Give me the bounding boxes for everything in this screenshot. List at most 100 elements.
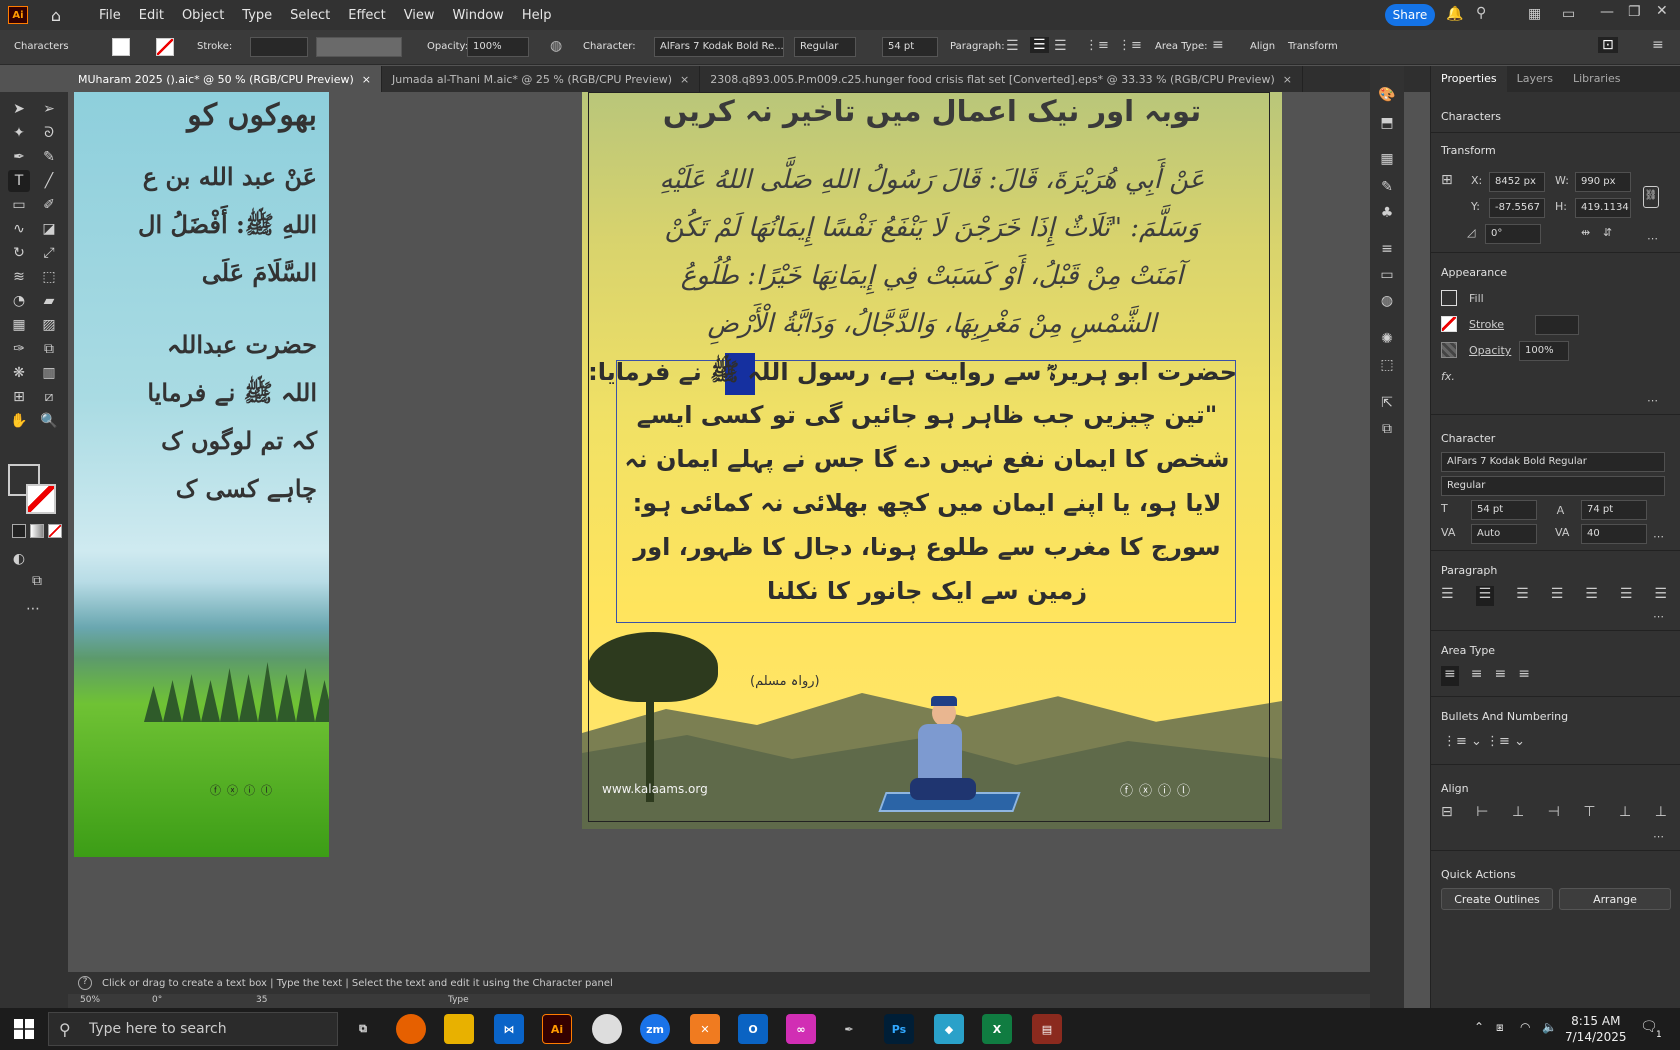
panel-leading-field[interactable]: 74 pt xyxy=(1581,500,1647,520)
arrange-docs-icon[interactable]: ▭ xyxy=(1562,6,1575,22)
app-hex-icon[interactable]: ◆ xyxy=(934,1014,964,1044)
flip-horizontal-icon[interactable]: ⇹ xyxy=(1581,226,1590,239)
artboard-muharam-left[interactable]: بھوکوں کو عَنْ عبد الله بن ع اللهِ ﷺ: أَ… xyxy=(74,92,329,857)
zoom-level[interactable]: 50% xyxy=(80,995,100,1005)
color-mode-icon[interactable] xyxy=(12,524,26,538)
photoshop-icon[interactable]: Ps xyxy=(884,1014,914,1044)
menu-window[interactable]: Window xyxy=(444,8,513,23)
angle-field[interactable]: 0° xyxy=(1485,224,1541,244)
slice-tool-icon[interactable]: ⧄ xyxy=(38,386,60,408)
scale-tool-icon[interactable]: ⤢ xyxy=(38,242,60,264)
symbol-sprayer-icon[interactable]: ❋ xyxy=(8,362,30,384)
search-icon[interactable]: ⚲ xyxy=(1476,5,1486,21)
menu-type[interactable]: Type xyxy=(233,8,281,23)
mesh-tool-icon[interactable]: ▦ xyxy=(8,314,30,336)
curvature-tool-icon[interactable]: ✎ xyxy=(38,146,60,168)
control-align-link[interactable]: Align xyxy=(1250,41,1275,52)
panel-kerning-field[interactable]: Auto xyxy=(1471,524,1537,544)
chrome-icon[interactable] xyxy=(592,1014,622,1044)
align-to-icon[interactable]: ⊟ xyxy=(1441,804,1453,824)
appearance-panel-icon[interactable]: ✺ xyxy=(1376,328,1398,350)
tab-close-icon[interactable]: × xyxy=(1283,73,1292,86)
zoom-tool-icon[interactable]: 🔍 xyxy=(38,410,60,432)
tab-libraries[interactable]: Libraries xyxy=(1563,66,1631,92)
winrar-icon[interactable]: ▤ xyxy=(1032,1014,1062,1044)
transparency-icon[interactable]: ◍ xyxy=(1376,290,1398,312)
area-type-icon[interactable]: ≡ xyxy=(1212,37,1224,53)
pen-app-icon[interactable]: ✒ xyxy=(834,1014,864,1044)
align-v-center-icon[interactable]: ⊥ xyxy=(1619,804,1631,824)
blend-tool-icon[interactable]: ⧉ xyxy=(38,338,60,360)
workspace-icon[interactable]: ▦ xyxy=(1528,6,1541,22)
minimize-icon[interactable]: — xyxy=(1600,4,1614,20)
stroke-panel-icon[interactable]: ≡ xyxy=(1376,238,1398,260)
rotate-tool-icon[interactable]: ↻ xyxy=(8,242,30,264)
align-middle-icon[interactable]: ≡ xyxy=(1471,666,1483,686)
artboard-number[interactable]: 35 xyxy=(256,995,267,1005)
tab-hunger-food[interactable]: 2308.q893.005.P.m009.c25.hunger food cri… xyxy=(700,66,1303,92)
more-options-icon[interactable]: ⋯ xyxy=(1653,530,1664,543)
tab-close-icon[interactable]: × xyxy=(680,73,689,86)
column-graph-icon[interactable]: ▥ xyxy=(38,362,60,384)
control-transform-link[interactable]: Transform xyxy=(1288,41,1338,52)
restore-icon[interactable]: ❐ xyxy=(1628,4,1641,20)
bullets-icon[interactable]: ⋮≡ xyxy=(1085,38,1109,53)
tab-layers[interactable]: Layers xyxy=(1507,66,1563,92)
tab-muharam[interactable]: MUharam 2025 ().aic* @ 50 % (RGB/CPU Pre… xyxy=(68,66,382,92)
selection-tool-icon[interactable]: ➤ xyxy=(8,98,30,120)
menu-file[interactable]: File xyxy=(90,8,130,23)
tab-jumada[interactable]: Jumada al-Thani M.aic* @ 25 % (RGB/CPU P… xyxy=(382,66,701,92)
fill-swatch-panel[interactable] xyxy=(1441,290,1457,306)
menu-effect[interactable]: Effect xyxy=(339,8,394,23)
more-tools-icon[interactable]: ⋯ xyxy=(22,598,44,620)
firefox-icon[interactable] xyxy=(396,1014,426,1044)
justify-right-icon[interactable]: ☰ xyxy=(1620,586,1633,606)
align-left-icon[interactable]: ☰ xyxy=(1441,586,1454,606)
artboards-panel-icon[interactable]: ⧉ xyxy=(1376,418,1398,440)
reference-point-icon[interactable]: ⊞ xyxy=(1441,172,1459,190)
task-view-icon[interactable]: ⧉ xyxy=(348,1014,378,1044)
canvas[interactable]: بھوکوں کو عَنْ عبد الله بن ع اللهِ ﷺ: أَ… xyxy=(68,92,1370,972)
creative-cloud-icon[interactable]: ∞ xyxy=(786,1014,816,1044)
tab-properties[interactable]: Properties xyxy=(1431,66,1507,92)
windows-start-icon[interactable] xyxy=(14,1019,34,1039)
x-field[interactable]: 8452 px xyxy=(1489,172,1545,192)
network-icon[interactable]: ⧆ xyxy=(1496,1020,1504,1035)
color-panel-icon[interactable]: 🎨 xyxy=(1376,84,1398,106)
xampp-icon[interactable]: ✕ xyxy=(690,1014,720,1044)
paintbrush-icon[interactable]: ✐ xyxy=(38,194,60,216)
menu-view[interactable]: View xyxy=(395,8,444,23)
align-left-edge-icon[interactable]: ⊢ xyxy=(1476,804,1488,824)
menu-edit[interactable]: Edit xyxy=(130,8,173,23)
volume-icon[interactable]: 🔈 xyxy=(1542,1020,1557,1034)
menu-object[interactable]: Object xyxy=(173,8,233,23)
screen-mode-icon[interactable]: ⧉ xyxy=(26,570,48,592)
selected-text-area[interactable]: حضرت ابو ہریرہؓ سے روایت ہے، رسول اللہ ﷺ… xyxy=(588,353,1237,623)
gradient-tool-icon[interactable]: ▨ xyxy=(38,314,60,336)
stroke-color-box[interactable] xyxy=(26,484,56,514)
justify-left-icon[interactable]: ☰ xyxy=(1551,586,1564,606)
tray-chevron-icon[interactable]: ⌃ xyxy=(1474,1020,1484,1034)
perspective-grid-icon[interactable]: ▰ xyxy=(38,290,60,312)
create-outlines-button[interactable]: Create Outlines xyxy=(1441,888,1553,910)
tab-close-icon[interactable]: × xyxy=(362,73,371,86)
justify-vertical-icon[interactable]: ≡ xyxy=(1518,666,1530,686)
illustrator-taskbar-icon[interactable]: Ai xyxy=(542,1014,572,1044)
zoom-app-icon[interactable]: zm xyxy=(640,1014,670,1044)
menu-select[interactable]: Select xyxy=(281,8,339,23)
y-field[interactable]: -87.5567 p xyxy=(1489,198,1545,218)
more-options-icon[interactable]: ⋯ xyxy=(1653,830,1664,843)
file-explorer-icon[interactable] xyxy=(444,1014,474,1044)
pen-tool-icon[interactable]: ✒ xyxy=(8,146,30,168)
panel-toggle-icon[interactable]: ⊡ xyxy=(1598,37,1618,53)
align-left-icon[interactable]: ☰ xyxy=(1006,38,1019,54)
draw-normal-icon[interactable]: ◐ xyxy=(8,548,30,570)
recolor-icon[interactable]: ◍ xyxy=(550,38,562,54)
panel-font-size-field[interactable]: 54 pt xyxy=(1471,500,1537,520)
outlook-icon[interactable]: O xyxy=(738,1014,768,1044)
constrain-proportions-icon[interactable]: ⛓ xyxy=(1643,186,1659,208)
align-right-icon[interactable]: ☰ xyxy=(1054,38,1067,54)
wifi-icon[interactable]: ◠ xyxy=(1520,1020,1530,1034)
align-h-center-icon[interactable]: ⊥ xyxy=(1512,804,1524,824)
w-field[interactable]: 990 px xyxy=(1575,172,1631,192)
